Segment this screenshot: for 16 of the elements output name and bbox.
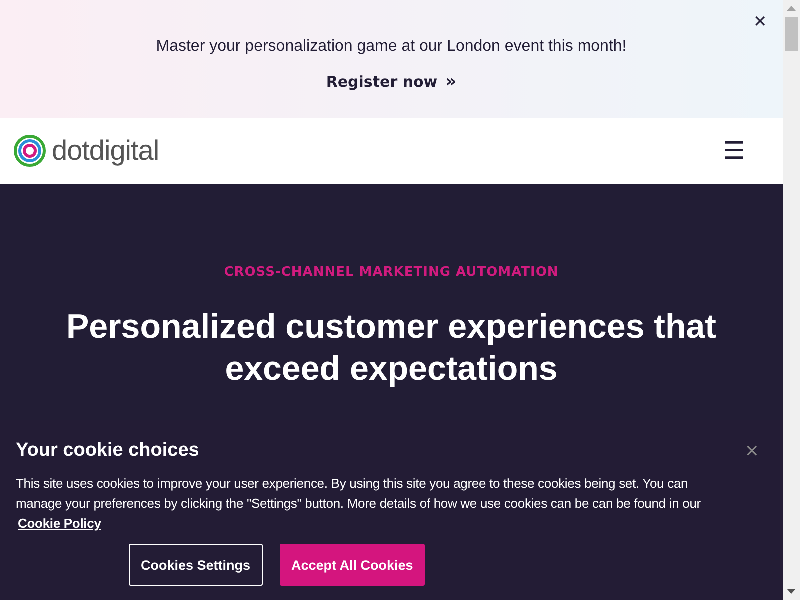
cookie-text: This site uses cookies to improve your user experience. By using this site you agree to these cookies being set. You can manage your preferences by clicking the "Settings" button. More details of how we use cookies can be can be found in our Cookie Policy (16, 475, 702, 533)
cookie-title: Your cookie choices (16, 440, 200, 462)
settings-button[interactable]: Cookies Settings (129, 544, 263, 586)
register-link[interactable]: Register now » (326, 72, 457, 92)
menu-button[interactable]: ☰ (723, 137, 745, 165)
hero-eyebrow: CROSS-CHANNEL MARKETING AUTOMATION (224, 265, 559, 280)
logo-icon[interactable] (14, 135, 46, 167)
logo-text[interactable]: dotdigital (52, 135, 160, 167)
close-button[interactable]: ✕ (745, 440, 759, 462)
promo-message: Master your personalization game at our London event this month! (156, 38, 627, 56)
close-button[interactable]: ✕ (754, 12, 767, 31)
hero-title: Personalized customer experiences that exceed expectations (65, 307, 718, 390)
scroll-thumb[interactable] (785, 17, 798, 51)
accept-button[interactable]: Accept All Cookies (280, 544, 426, 586)
scrollbar[interactable] (783, 0, 800, 600)
cookie-policy-link[interactable]: Cookie Policy (18, 516, 102, 531)
